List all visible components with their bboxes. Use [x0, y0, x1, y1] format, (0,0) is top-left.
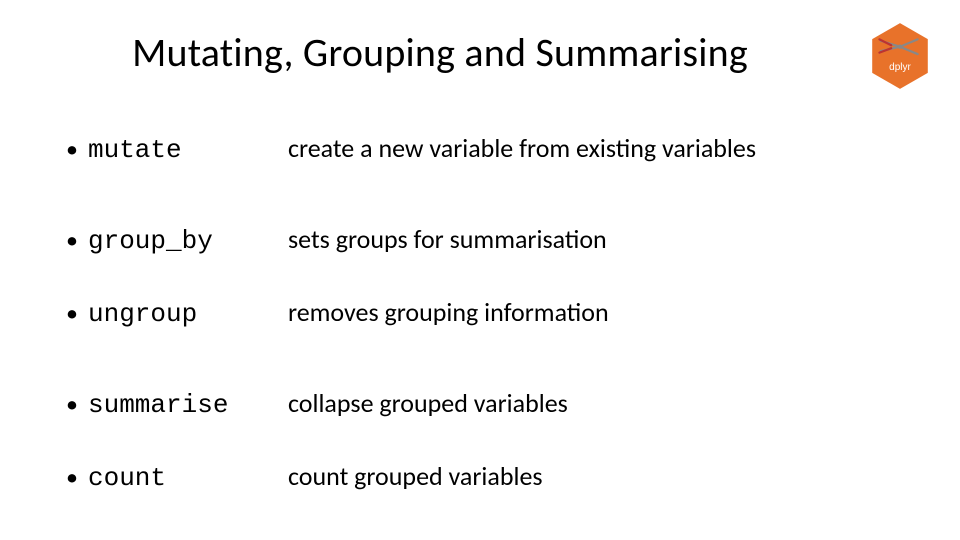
- description: sets groups for summarisation: [288, 223, 900, 255]
- bullet-icon: •: [60, 229, 88, 253]
- bullet-icon: •: [60, 466, 88, 490]
- list-item: • mutate create a new variable from exis…: [60, 132, 900, 165]
- slide: Mutating, Grouping and Summarising dplyr…: [0, 0, 960, 540]
- function-list: • mutate create a new variable from exis…: [60, 132, 900, 493]
- description: removes grouping information: [288, 296, 900, 328]
- term: mutate: [88, 135, 288, 165]
- list-item: • group_by sets groups for summarisation: [60, 223, 900, 256]
- list-item: • summarise collapse grouped variables: [60, 387, 900, 420]
- list-item: • count count grouped variables: [60, 460, 900, 493]
- description: collapse grouped variables: [288, 387, 900, 419]
- bullet-icon: •: [60, 302, 88, 326]
- bullet-icon: •: [60, 393, 88, 417]
- term: ungroup: [88, 299, 288, 329]
- slide-title: Mutating, Grouping and Summarising: [100, 28, 780, 77]
- bullet-icon: •: [60, 138, 88, 162]
- pliers-icon: [878, 34, 922, 58]
- term: group_by: [88, 226, 288, 256]
- description: create a new variable from existing vari…: [288, 132, 900, 164]
- term: summarise: [88, 390, 288, 420]
- description: count grouped variables: [288, 460, 900, 492]
- logo-label: dplyr: [870, 62, 930, 73]
- term: count: [88, 463, 288, 493]
- list-item: • ungroup removes grouping information: [60, 296, 900, 329]
